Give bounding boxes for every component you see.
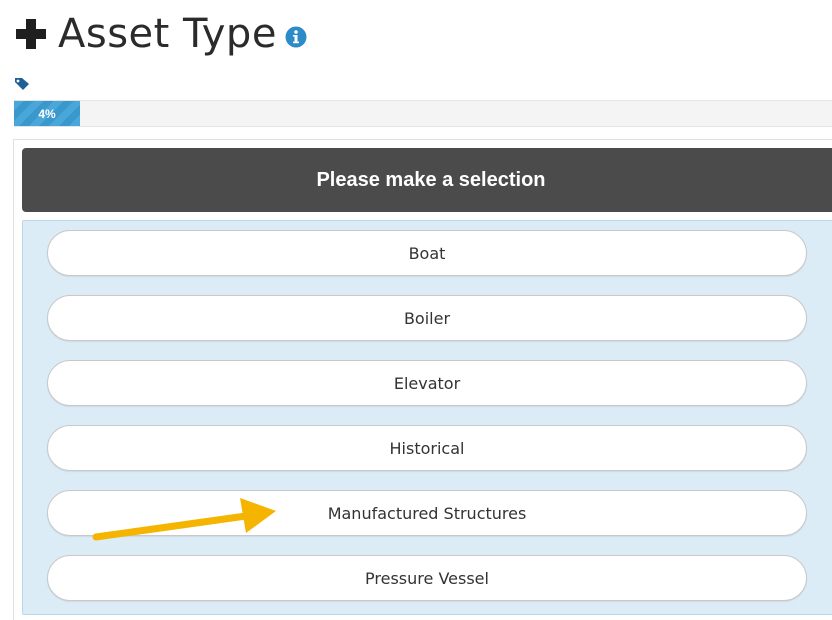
asset-type-page: Asset Type 4% Please make a selection Bo… — [0, 0, 832, 620]
progress-label: 4% — [38, 106, 56, 121]
info-icon[interactable] — [285, 26, 307, 48]
option-boiler-button[interactable]: Boiler — [47, 295, 807, 341]
progress-bar: 4% — [14, 100, 832, 127]
option-historical-button[interactable]: Historical — [47, 425, 807, 471]
title-row: Asset Type — [14, 10, 307, 58]
selection-heading: Please make a selection — [22, 148, 832, 212]
page-title: Asset Type — [58, 11, 277, 57]
option-pressure-vessel-button[interactable]: Pressure Vessel — [47, 555, 807, 601]
option-elevator-button[interactable]: Elevator — [47, 360, 807, 406]
tag-icon — [15, 78, 29, 90]
option-boat-button[interactable]: Boat — [47, 230, 807, 276]
options-list: Boat Boiler Elevator Historical Manufact… — [22, 220, 832, 615]
progress-fill: 4% — [14, 101, 80, 126]
option-manufactured-structures-button[interactable]: Manufactured Structures — [47, 490, 807, 536]
plus-icon — [16, 19, 46, 49]
